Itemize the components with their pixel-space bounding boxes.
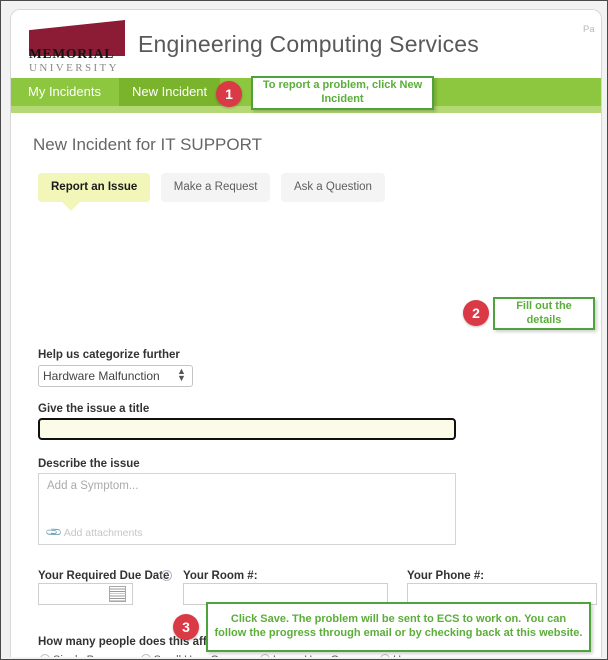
add-attachments-button[interactable]: 📎Add attachments [45, 523, 143, 542]
callout-box-3: Click Save. The problem will be sent to … [206, 602, 591, 652]
label-describe-issue: Describe the issue [38, 458, 140, 470]
callout-badge-3: 3 [173, 614, 199, 640]
describe-issue-textarea[interactable]: Add a Symptom... 📎Add attachments [38, 473, 456, 545]
paperclip-icon: 📎 [45, 523, 64, 542]
tab-ask-a-question[interactable]: Ask a Question [280, 173, 385, 202]
request-type-tabs: Report an Issue Make a Request Ask a Que… [38, 173, 391, 211]
site-title: Engineering Computing Services [138, 31, 479, 57]
radio-dot-icon[interactable] [380, 654, 391, 657]
screenshot-root: MEMORIAL UNIVERSITY Engineering Computin… [0, 0, 608, 660]
radio-label: Single Person [53, 654, 122, 657]
tab-report-an-issue[interactable]: Report an Issue [38, 173, 151, 211]
site-header: MEMORIAL UNIVERSITY Engineering Computin… [11, 10, 601, 78]
label-affect: How many people does this affect? [38, 636, 231, 648]
label-due-date: Your Required Due Date [38, 570, 170, 582]
radio-large-user-group[interactable]: Large User Group [260, 654, 361, 657]
radio-label: Large User Group [273, 654, 361, 657]
page-title: New Incident for IT SUPPORT [33, 135, 262, 154]
callout-badge-2: 2 [463, 300, 489, 326]
radio-dot-icon[interactable] [260, 654, 271, 657]
question-mark-icon[interactable]: ? [161, 570, 172, 581]
callout-box-1: To report a problem, click New Incident [251, 76, 434, 110]
radio-label: Unsure [393, 654, 428, 657]
corner-user-label[interactable]: Pa [583, 24, 599, 35]
radio-dot-icon[interactable] [140, 654, 151, 657]
callout-badge-1: 1 [216, 81, 242, 107]
affect-radio-group: Single Person Small User Group Large Use… [40, 654, 445, 657]
calendar-icon[interactable] [109, 586, 126, 602]
radio-dot-icon[interactable] [40, 654, 50, 657]
label-phone: Your Phone #: [407, 570, 485, 582]
memorial-university-logo[interactable]: MEMORIAL UNIVERSITY [25, 16, 129, 78]
radio-small-user-group[interactable]: Small User Group [140, 654, 241, 657]
radio-unsure[interactable]: Unsure [380, 654, 429, 657]
category-select[interactable]: Hardware Malfunction [38, 365, 193, 387]
nav-item-my-incidents[interactable]: My Incidents [15, 78, 114, 106]
nav-item-new-incident[interactable]: New Incident [119, 78, 221, 106]
radio-label: Small User Group [154, 654, 241, 657]
radio-single-person[interactable]: Single Person [40, 654, 122, 657]
label-issue-title: Give the issue a title [38, 403, 150, 415]
browser-frame: MEMORIAL UNIVERSITY Engineering Computin… [0, 0, 608, 660]
label-categorize: Help us categorize further [38, 349, 180, 361]
logo-memorial-text: MEMORIAL [29, 46, 115, 61]
issue-title-input[interactable] [37, 417, 457, 441]
tab-make-a-request[interactable]: Make a Request [160, 173, 271, 202]
add-attachments-label: Add attachments [63, 527, 143, 539]
logo-university-text: UNIVERSITY [29, 62, 119, 74]
describe-placeholder: Add a Symptom... [47, 480, 139, 492]
label-room: Your Room #: [183, 570, 258, 582]
callout-box-2: Fill out the details [493, 297, 595, 330]
